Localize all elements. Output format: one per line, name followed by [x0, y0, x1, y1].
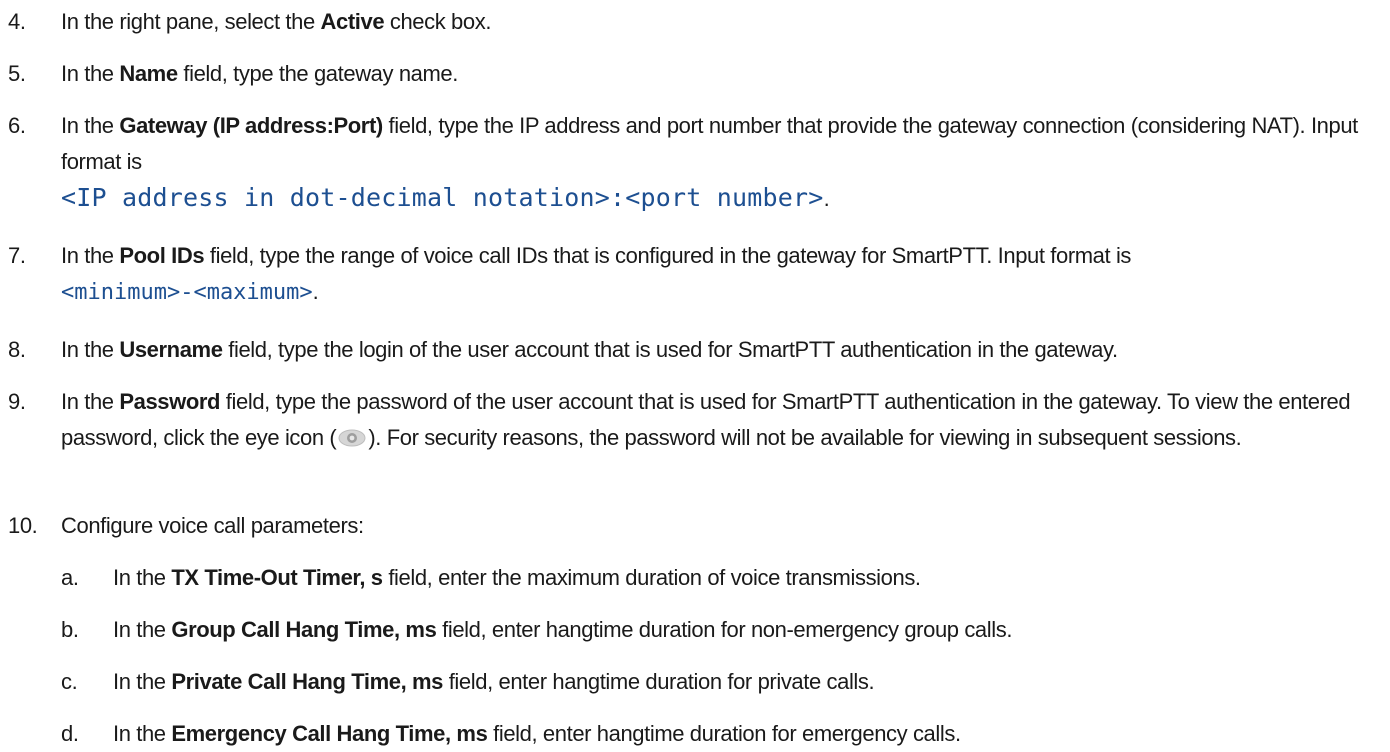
document-page: 4. In the right pane, select the Active … [0, 0, 1390, 746]
substep-text: In the Group Call Hang Time, ms field, e… [113, 612, 1380, 648]
step-6: 6. In the Gateway (IP address:Port) fiel… [0, 108, 1380, 217]
substep-text: In the Emergency Call Hang Time, ms fiel… [113, 716, 1380, 752]
step-4: 4. In the right pane, select the Active … [0, 4, 1380, 40]
ui-term: Group Call Hang Time, ms [171, 617, 437, 642]
ui-term: Private Call Hang Time, ms [171, 669, 443, 694]
text: . [312, 279, 319, 304]
step-9: 9. In the Password field, type the passw… [0, 384, 1380, 456]
step-number: 9. [8, 389, 26, 414]
input-format-code: <IP address in dot-decimal notation>:<po… [61, 183, 824, 212]
ui-term: Pool IDs [119, 243, 205, 268]
step-text: In the Pool IDs field, type the range of… [61, 238, 1380, 311]
text: field, enter hangtime duration for priva… [443, 669, 875, 694]
substep-b: b. In the Group Call Hang Time, ms field… [0, 612, 1380, 648]
text: field, enter hangtime duration for emerg… [487, 721, 961, 746]
text: In the [61, 243, 120, 268]
text: check box. [384, 9, 492, 34]
text: In the [113, 565, 172, 590]
substep-a: a. In the TX Time-Out Timer, s field, en… [0, 560, 1380, 596]
step-number: 4. [8, 9, 26, 34]
step-7: 7. In the Pool IDs field, type the range… [0, 238, 1380, 311]
text: In the [61, 389, 120, 414]
text: . [823, 186, 830, 211]
text: In the right pane, select the [61, 9, 321, 34]
ui-term: Active [320, 9, 385, 34]
substep-letter: c. [61, 669, 78, 694]
text: field, enter hangtime duration for non-e… [436, 617, 1013, 642]
step-number: 8. [8, 337, 26, 362]
substep-d: d. In the Emergency Call Hang Time, ms f… [0, 716, 1380, 752]
ui-term: Emergency Call Hang Time, ms [171, 721, 488, 746]
step-text: In the Username field, type the login of… [61, 332, 1380, 368]
step-text: In the Gateway (IP address:Port) field, … [61, 108, 1380, 217]
text: ). For security reasons, the password wi… [368, 425, 1242, 450]
step-number: 10. [8, 513, 38, 538]
text: In the [113, 669, 172, 694]
eye-icon [338, 429, 366, 447]
ui-term: TX Time-Out Timer, s [171, 565, 383, 590]
text: field, type the gateway name. [177, 61, 458, 86]
substep-letter: d. [61, 721, 79, 746]
text: field, type the login of the user accoun… [222, 337, 1118, 362]
text: In the [61, 337, 120, 362]
ui-term: Name [119, 61, 178, 86]
substep-text: In the Private Call Hang Time, ms field,… [113, 664, 1380, 700]
substep-letter: a. [61, 565, 79, 590]
text: In the [61, 61, 120, 86]
ui-term: Password [119, 389, 221, 414]
substep-text: In the TX Time-Out Timer, s field, enter… [113, 560, 1380, 596]
text: field, type the range of voice call IDs … [204, 243, 1132, 268]
text: In the [113, 721, 172, 746]
step-number: 6. [8, 113, 26, 138]
step-text: In the Password field, type the password… [61, 384, 1380, 456]
step-number: 5. [8, 61, 26, 86]
ui-term: Gateway (IP address:Port) [119, 113, 383, 138]
ui-term: Username [119, 337, 223, 362]
step-text: In the right pane, select the Active che… [61, 4, 1380, 40]
step-10: 10. Configure voice call parameters: [0, 508, 1380, 544]
input-format-code: <minimum>-<maximum> [61, 280, 313, 305]
step-8: 8. In the Username field, type the login… [0, 332, 1380, 368]
substep-letter: b. [61, 617, 79, 642]
substep-c: c. In the Private Call Hang Time, ms fie… [0, 664, 1380, 700]
step-number: 7. [8, 243, 26, 268]
text: In the [61, 113, 120, 138]
step-5: 5. In the Name field, type the gateway n… [0, 56, 1380, 92]
text: field, enter the maximum duration of voi… [382, 565, 921, 590]
text: In the [113, 617, 172, 642]
step-text: In the Name field, type the gateway name… [61, 56, 1380, 92]
step-text: Configure voice call parameters: [61, 513, 364, 538]
